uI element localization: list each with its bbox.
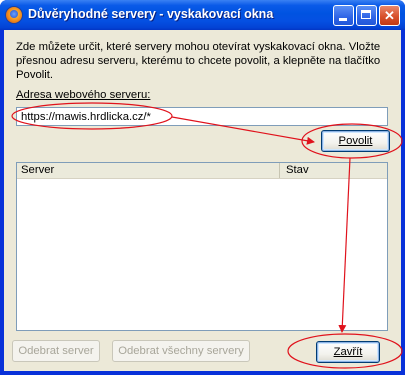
url-field-label: Adresa webového serveru: [16, 89, 151, 101]
dialog-window: Důvěryhodné servery - vyskakovací okna ✕… [0, 0, 405, 375]
minimize-button[interactable] [333, 5, 354, 26]
allow-button[interactable]: Povolit [321, 130, 390, 152]
allow-button-label: Povolit [338, 135, 373, 147]
description-text: Zde můžete určit, které servery mohou ot… [16, 41, 381, 81]
firefox-icon [6, 7, 22, 23]
close-icon: ✕ [384, 8, 395, 23]
dialog-body: Zde můžete určit, které servery mohou ot… [4, 30, 401, 371]
close-button-label: Zavřít [333, 346, 363, 358]
close-window-button[interactable]: ✕ [379, 5, 400, 26]
column-header-server[interactable]: Server [17, 163, 280, 178]
close-button[interactable]: Zavřít [316, 341, 380, 363]
maximize-icon [361, 10, 371, 19]
server-list[interactable]: Server Stav [16, 162, 388, 331]
title-bar[interactable]: Důvěryhodné servery - vyskakovací okna ✕ [0, 0, 405, 30]
url-input[interactable] [16, 107, 388, 126]
remove-server-button[interactable]: Odebrat server [12, 340, 100, 362]
minimize-icon [339, 18, 347, 21]
window-title: Důvěryhodné servery - vyskakovací okna [28, 7, 274, 21]
column-header-status[interactable]: Stav [280, 163, 387, 178]
maximize-button[interactable] [356, 5, 377, 26]
remove-all-servers-button[interactable]: Odebrat všechny servery [112, 340, 250, 362]
list-header: Server Stav [17, 163, 387, 179]
